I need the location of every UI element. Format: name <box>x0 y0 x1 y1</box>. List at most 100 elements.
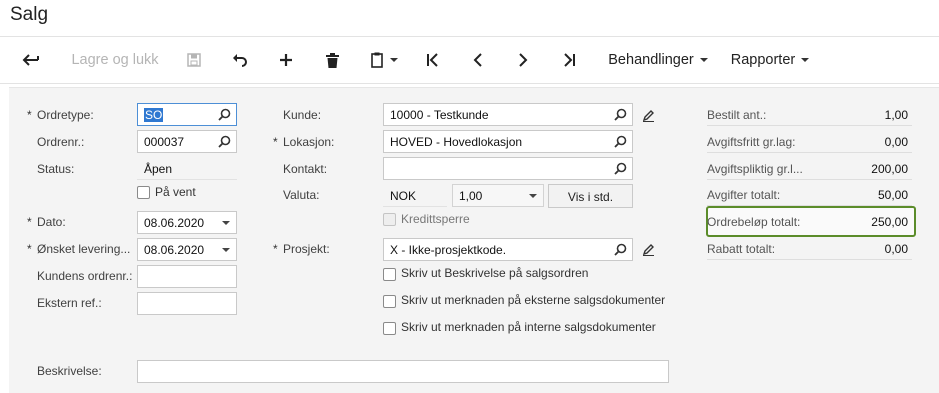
project-label: * Prosjekt: <box>273 242 330 256</box>
description-input[interactable] <box>137 360 669 383</box>
date-value: 08.06.2020 <box>144 216 205 230</box>
save-icon <box>187 53 201 67</box>
customer-input[interactable]: 10000 - Testkunde <box>383 103 633 126</box>
requested-date-label: * Ønsket levering... <box>27 242 131 256</box>
currency-rate-value: 1,00 <box>459 189 483 203</box>
delete-button[interactable] <box>318 37 346 83</box>
print-note-external-label: Skriv ut merknaden på eksterne salgsdoku… <box>401 293 666 307</box>
search-icon[interactable] <box>614 135 627 148</box>
last-record-button[interactable] <box>554 37 584 83</box>
ordered-qty-value: 1,00 <box>884 108 908 122</box>
chevron-down-icon[interactable] <box>222 221 230 225</box>
tax-exempt-base-label: Avgiftsfritt gr.lag: <box>707 135 796 149</box>
contact-label: Kontakt: <box>283 162 328 176</box>
currency-rate-select[interactable]: 1,00 <box>452 184 544 207</box>
taxable-base-label: Avgiftspliktig gr.l... <box>707 162 803 176</box>
divider <box>707 259 912 260</box>
chevron-down-icon <box>529 194 537 198</box>
divider <box>707 179 912 180</box>
chevron-left-icon <box>473 53 482 67</box>
undo-button[interactable] <box>226 37 254 83</box>
ordertype-value: SO <box>144 108 164 122</box>
search-icon[interactable] <box>218 108 231 121</box>
tax-exempt-base-value: 0,00 <box>884 135 908 149</box>
undo-icon <box>233 54 247 67</box>
orderno-value: 000037 <box>144 135 185 149</box>
page-title: Salg <box>10 4 49 25</box>
project-input[interactable]: X - Ikke-prosjektkode. <box>383 238 633 261</box>
discount-total-label: Rabatt totalt: <box>707 242 776 256</box>
chevron-down-icon[interactable] <box>222 248 230 252</box>
divider <box>707 205 912 206</box>
tax-total-value: 50,00 <box>877 188 908 202</box>
ordertype-label: * Ordretype: <box>27 108 94 122</box>
ordered-qty-label: Bestilt ant.: <box>707 108 767 122</box>
chevron-right-icon <box>519 53 528 67</box>
clipboard-menu-button[interactable] <box>364 37 404 83</box>
customer-order-label: Kundens ordrenr.: <box>37 269 133 283</box>
show-base-currency-button[interactable]: Vis i std. <box>548 184 633 208</box>
chevron-down-icon <box>801 58 810 62</box>
orderno-input[interactable]: 000037 <box>137 130 237 153</box>
status-label: Status: <box>37 162 75 176</box>
chevron-down-icon <box>390 58 398 62</box>
add-button[interactable] <box>272 37 300 83</box>
divider <box>383 206 447 207</box>
back-arrow-icon <box>22 54 39 66</box>
pencil-icon[interactable] <box>642 243 655 256</box>
save-close-button[interactable]: Lagre og lukk <box>60 37 170 83</box>
toolbar: Lagre og lukk Behandlinger Rapporter <box>0 36 939 84</box>
ordertype-input[interactable]: SO <box>137 103 237 126</box>
external-ref-input[interactable] <box>137 292 237 315</box>
requested-date-input[interactable]: 08.06.2020 <box>137 238 237 261</box>
customer-order-input[interactable] <box>137 265 237 288</box>
requested-date-value: 08.06.2020 <box>144 243 205 257</box>
print-note-internal-checkbox[interactable] <box>383 322 396 335</box>
currency-label: Valuta: <box>283 188 320 202</box>
date-input[interactable]: 08.06.2020 <box>137 211 237 234</box>
actions-menu[interactable]: Behandlinger <box>603 37 713 83</box>
date-label: * Dato: <box>27 215 66 229</box>
print-note-external-checkbox[interactable] <box>383 295 396 308</box>
first-record-button[interactable] <box>418 37 448 83</box>
chevron-down-icon <box>699 58 708 62</box>
project-value: X - Ikke-prosjektkode. <box>390 243 507 257</box>
reports-menu[interactable]: Rapporter <box>724 37 816 83</box>
on-hold-label: På vent <box>155 185 196 199</box>
taxable-base-value: 200,00 <box>871 162 908 176</box>
discount-total-value: 0,00 <box>884 242 908 256</box>
clipboard-icon <box>371 52 383 68</box>
pencil-icon[interactable] <box>642 109 655 122</box>
previous-record-button[interactable] <box>463 37 493 83</box>
location-value: HOVED - Hovedlokasjon <box>390 135 523 149</box>
location-input[interactable]: HOVED - Hovedlokasjon <box>383 130 633 153</box>
tax-total-label: Avgifter totalt: <box>707 188 781 202</box>
actions-menu-label: Behandlinger <box>608 52 694 68</box>
save-button[interactable] <box>180 37 208 83</box>
on-hold-checkbox[interactable] <box>137 186 150 199</box>
search-icon[interactable] <box>614 162 627 175</box>
first-icon <box>427 53 438 67</box>
credit-hold-checkbox[interactable] <box>383 213 396 226</box>
divider <box>707 125 912 126</box>
search-icon[interactable] <box>614 243 627 256</box>
divider <box>137 179 237 180</box>
next-record-button[interactable] <box>508 37 538 83</box>
print-note-internal-label: Skriv ut merknaden på interne salgsdokum… <box>401 320 656 334</box>
currency-code: NOK <box>390 189 417 203</box>
contact-input[interactable] <box>383 157 633 180</box>
orderno-label: Ordrenr.: <box>37 135 85 149</box>
print-description-label: Skriv ut Beskrivelse på salgsordren <box>401 266 589 280</box>
customer-value: 10000 - Testkunde <box>390 108 489 122</box>
back-button[interactable] <box>14 37 48 83</box>
order-total-label: Ordrebeløp totalt: <box>707 215 801 229</box>
description-label: Beskrivelse: <box>37 364 102 378</box>
search-icon[interactable] <box>614 108 627 121</box>
search-icon[interactable] <box>218 135 231 148</box>
print-description-checkbox[interactable] <box>383 268 396 281</box>
location-label: * Lokasjon: <box>273 135 335 149</box>
credit-hold-label: Kredittsperre <box>401 212 470 226</box>
plus-icon <box>280 54 292 66</box>
trash-icon <box>325 52 339 68</box>
divider <box>707 152 912 153</box>
